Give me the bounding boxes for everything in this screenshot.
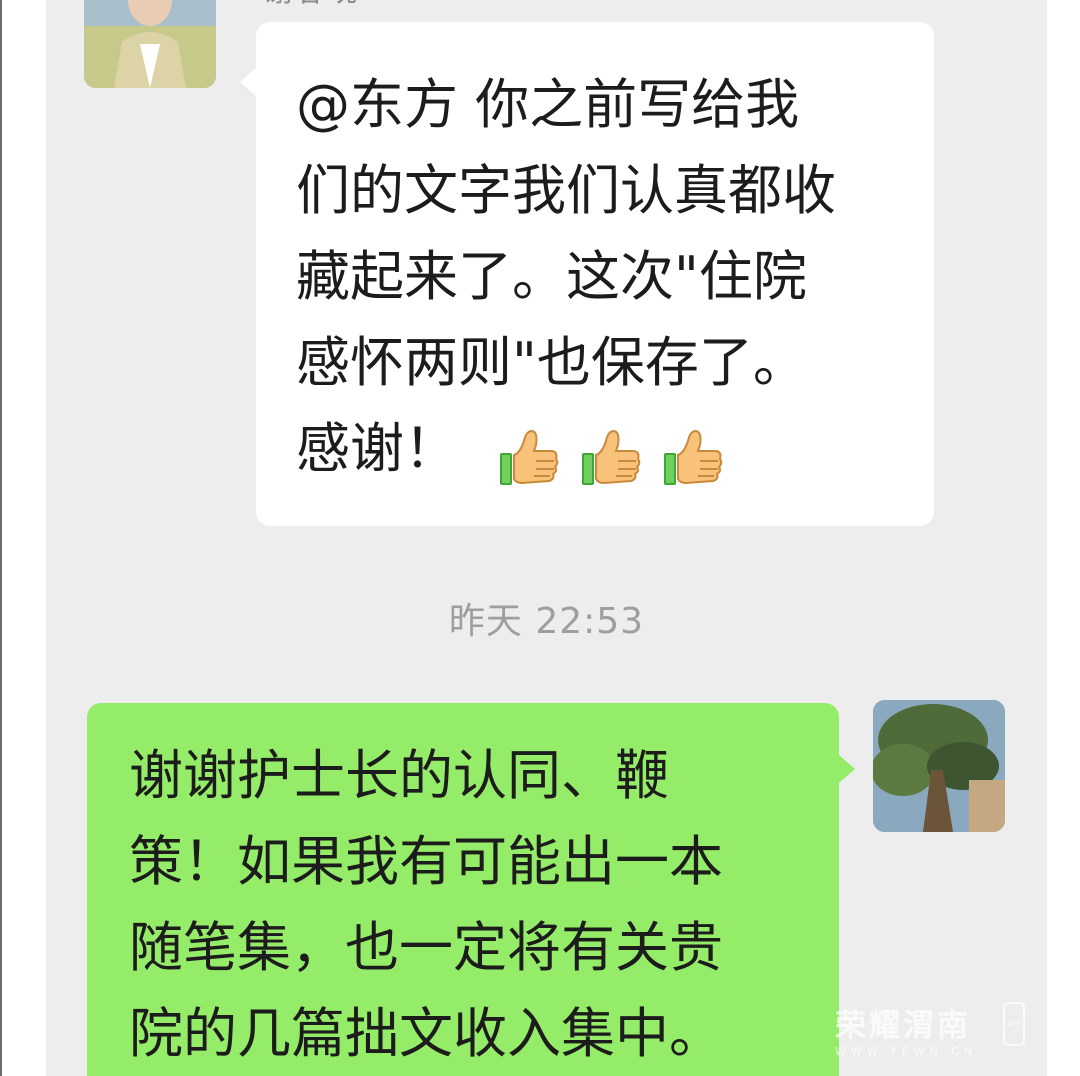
- self-avatar[interactable]: [873, 700, 1005, 832]
- sender-name: 谢春晓: [263, 0, 359, 10]
- message-line: 策！如果我有可能出一本: [129, 830, 723, 893]
- window-left-border: [0, 0, 2, 1076]
- thumbs-up-icon: [582, 429, 641, 485]
- self-avatar-image: [873, 700, 1005, 832]
- thumbs-up-icon: [500, 429, 559, 485]
- contact-avatar[interactable]: [84, 0, 216, 88]
- emoji-group: [496, 409, 742, 495]
- outgoing-message-bubble[interactable]: 谢谢护士长的认同、鞭 策！如果我有可能出一本 随笔集，也一定将有关贵 院的几篇拙…: [87, 703, 855, 1076]
- chat-panel[interactable]: 谢春晓 @东方 你之前写给我 们的文字我们认真都收 藏起来了。这次"住院 感怀两…: [46, 0, 1047, 1076]
- message-line-last: 感谢！: [296, 406, 904, 495]
- message-timestamp: 昨天 22:53: [448, 601, 645, 642]
- message-text: 感谢！: [296, 417, 458, 480]
- incoming-message-bubble[interactable]: @东方 你之前写给我 们的文字我们认真都收 藏起来了。这次"住院 感怀两则"也保…: [240, 22, 934, 526]
- watermark-url: WWW.YEWN.CN: [835, 1045, 978, 1058]
- message-line: 们的文字我们认真都收: [296, 159, 836, 222]
- watermark: 荣耀渭南 WWW.YEWN.CN APP: [835, 1000, 1025, 1058]
- message-line: 随笔集，也一定将有关贵: [129, 916, 723, 979]
- watermark-title: 荣耀渭南: [835, 1008, 971, 1044]
- watermark-app-badge: APP: [1003, 1002, 1025, 1046]
- message-line: 谢谢护士长的认同、鞭: [129, 744, 669, 807]
- thumbs-up-icon: [664, 429, 723, 485]
- message-line: 藏起来了。这次"住院: [296, 245, 807, 308]
- message-line: 院的几篇拙文收入集中。: [129, 1002, 723, 1065]
- message-line: 感怀两则"也保存了。: [296, 331, 807, 394]
- contact-avatar-image: [84, 0, 216, 88]
- message-line: @东方 你之前写给我: [296, 73, 800, 136]
